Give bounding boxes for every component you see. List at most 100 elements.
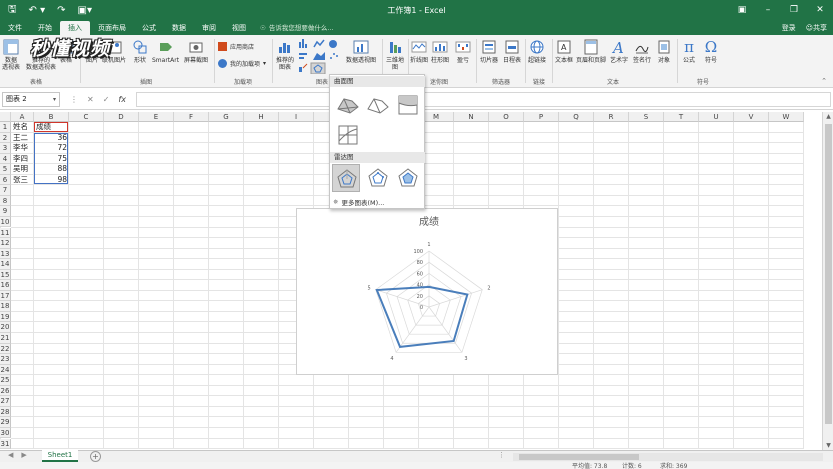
radar-option[interactable] [332,164,360,192]
customize-toolbar-icon[interactable]: ▣▾ [78,5,92,16]
row-header[interactable]: 18 [0,301,11,312]
combo-chart-icon[interactable] [299,63,308,72]
split-handle[interactable]: ⋮ [498,451,505,459]
object-button[interactable]: 对象 [656,39,672,64]
row-header[interactable]: 17 [0,290,11,302]
line-chart-icon[interactable] [313,39,325,48]
prev-sheet-icon[interactable]: ◀ [8,451,13,459]
row-header[interactable]: 25 [0,375,11,386]
minimize-icon[interactable]: – [755,5,781,15]
hscroll-thumb[interactable] [519,454,639,460]
radar-markers-option[interactable] [364,164,392,192]
cell-a3[interactable]: 李华 [13,143,32,154]
sparkline-column-button[interactable]: 柱形图 [431,39,449,64]
column-header[interactable]: Q [559,112,594,122]
bar-chart-icon[interactable] [299,53,307,59]
row-header[interactable]: 28 [0,406,11,418]
restore-icon[interactable]: ❐ [781,5,807,15]
column-header[interactable]: I [279,112,314,122]
column-header[interactable]: F [174,112,209,122]
column-header[interactable]: A [11,112,34,122]
symbol-button[interactable]: Ω 符号 [703,39,719,64]
row-header[interactable]: 7 [0,185,11,196]
column-header[interactable]: D [104,112,139,122]
scroll-thumb[interactable] [825,124,832,424]
row-header[interactable]: 13 [0,248,11,260]
vertical-scrollbar[interactable]: ▲ ▼ [822,112,833,450]
column-header[interactable]: T [664,112,699,122]
row-header[interactable]: 19 [0,311,11,323]
shapes-button[interactable]: 形状 [132,39,148,64]
tab-7[interactable]: 视图 [224,21,254,35]
row-header[interactable]: 12 [0,238,11,249]
column-header[interactable]: B [34,112,69,122]
row-header[interactable]: 8 [0,195,11,207]
tab-4[interactable]: 公式 [134,21,164,35]
row-header[interactable]: 30 [0,427,11,439]
name-box[interactable]: 图表 2 ▾ [2,91,60,107]
row-header[interactable]: 10 [0,216,11,228]
scatter-chart-icon[interactable] [330,53,338,59]
column-header[interactable]: U [699,112,734,122]
tab-3[interactable]: 页面布局 [90,21,134,35]
cell-a2[interactable]: 王二 [13,133,32,144]
row-header[interactable]: 31 [0,438,11,450]
column-header[interactable]: S [629,112,664,122]
radar-chart[interactable]: 成绩 0 20 40 60 80 100 1 2 3 4 5 [296,208,558,375]
row-header[interactable]: 2 [0,132,11,144]
redo-icon[interactable]: ↷ [57,5,65,16]
equation-button[interactable]: π 公式 [681,39,697,64]
more-charts-link[interactable]: ✵ 更多图表(M)... [333,197,384,207]
cell-a1[interactable]: 姓名 [13,122,32,133]
select-all-corner[interactable] [0,112,11,122]
textbox-button[interactable]: A 文本框 [555,39,573,64]
slicer-button[interactable]: 切片器 [480,39,498,64]
cancel-icon[interactable]: ✕ [87,95,94,104]
cell-a5[interactable]: 吴明 [13,164,32,175]
ribbon-display-icon[interactable]: ▣ [729,5,755,15]
formula-input[interactable] [135,91,831,107]
area-chart-icon[interactable] [313,52,325,60]
row-header[interactable]: 15 [0,269,11,281]
3d-map-button[interactable]: 三维地 图 [386,39,404,71]
row-header[interactable]: 21 [0,333,11,344]
sheet-tab-sheet1[interactable]: Sheet1 [42,450,78,462]
column-header[interactable]: W [769,112,804,122]
next-sheet-icon[interactable]: ▶ [21,451,26,459]
cell-a6[interactable]: 张三 [13,175,32,186]
row-header[interactable]: 27 [0,396,11,407]
tab-6[interactable]: 审阅 [194,21,224,35]
sparkline-winloss-button[interactable]: 盈亏 [455,39,471,64]
column-header[interactable]: E [139,112,174,122]
tab-0[interactable]: 文件 [0,21,30,35]
scroll-down-icon[interactable]: ▼ [823,442,833,449]
row-header[interactable]: 14 [0,259,11,270]
sparkline-line-button[interactable]: 折线图 [410,39,428,64]
close-icon[interactable]: ✕ [807,5,833,15]
contour-option[interactable] [394,91,422,119]
row-header[interactable]: 11 [0,227,11,239]
column-header[interactable]: H [244,112,279,122]
pie-chart-icon[interactable] [329,40,337,48]
tell-me-box[interactable]: ☉ 告诉我您想要做什么... [260,21,334,35]
share-button[interactable]: ☺共享 [806,23,827,33]
row-header[interactable]: 16 [0,280,11,291]
pivot-chart-button[interactable]: 数据透视图 [346,39,376,64]
timeline-button[interactable]: 日程表 [503,39,521,64]
pivot-table-button[interactable]: 数据 透视表 [2,39,20,71]
collapse-ribbon-icon[interactable]: ⌃ [821,77,827,85]
row-header[interactable]: 20 [0,322,11,333]
insert-function-icon[interactable]: fx [118,95,126,104]
tab-2[interactable]: 插入 [60,21,90,35]
column-header[interactable]: G [209,112,244,122]
wordart-button[interactable]: A 艺术字 [610,39,628,64]
column-header[interactable]: R [594,112,629,122]
row-header[interactable]: 29 [0,417,11,428]
column-header[interactable]: N [454,112,489,122]
row-header[interactable]: 1 [0,122,11,133]
row-header[interactable]: 9 [0,206,11,217]
add-sheet-icon[interactable]: + [90,451,101,462]
row-header[interactable]: 26 [0,385,11,397]
row-header[interactable]: 3 [0,143,11,154]
radar-chart-icon[interactable] [310,62,326,74]
